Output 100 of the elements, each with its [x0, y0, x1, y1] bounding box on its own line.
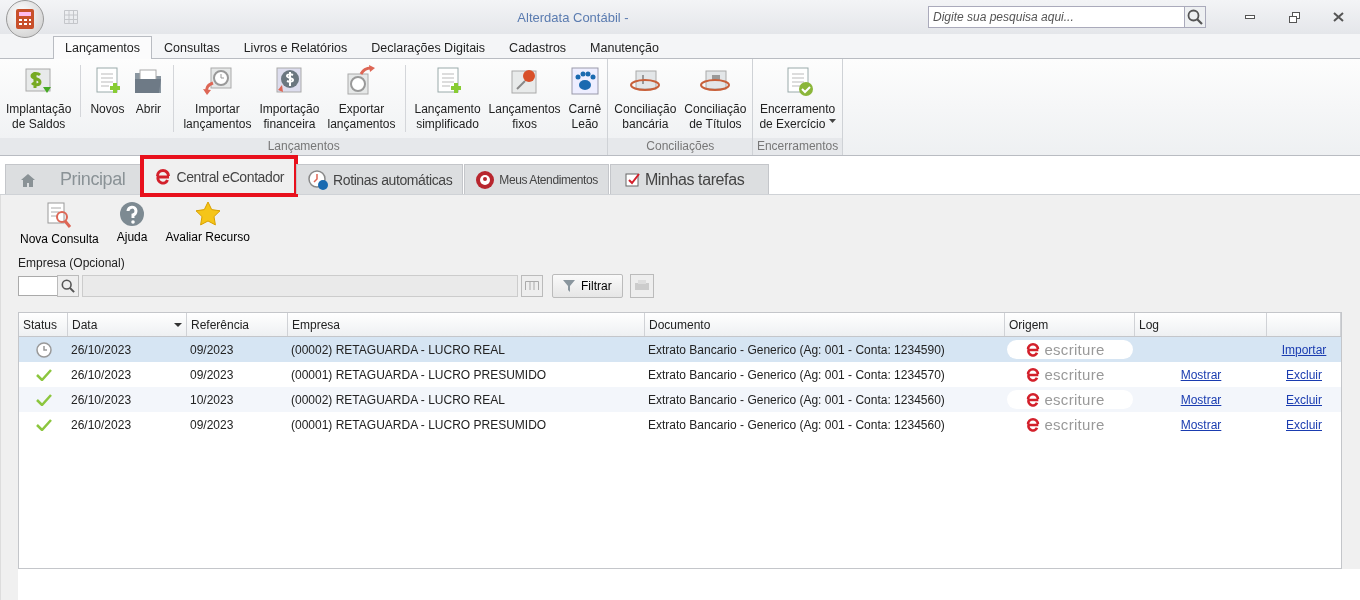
document-tab[interactable]: Minhas tarefas [609, 164, 770, 194]
table-cell-text: 09/2023 [189, 367, 235, 382]
table-cell-text: 26/10/2023 [70, 342, 133, 357]
ribbon-button[interactable]: Importar lançamentos [173, 65, 256, 132]
ribbon-button[interactable]: Conciliação bancária [610, 65, 681, 132]
calculator-icon [15, 8, 35, 30]
minimize-icon [1245, 15, 1255, 19]
table-cell-text: 26/10/2023 [70, 367, 133, 382]
origin-logo: escriture [1007, 340, 1133, 359]
action-link[interactable]: Excluir [1286, 417, 1322, 432]
table-cell-text: 26/10/2023 [70, 392, 133, 407]
toolbar-button[interactable]: Ajuda [114, 201, 150, 246]
ribbon-button[interactable]: Encerramento de Exercício [755, 65, 840, 132]
search-icon [61, 279, 75, 293]
filter-icon [563, 280, 575, 292]
search-icon [1187, 9, 1203, 25]
origin-logo: escriture [1007, 390, 1133, 409]
sort-icon [174, 322, 182, 327]
field-label: Empresa (Opcional) [18, 256, 126, 270]
app-menu-button[interactable] [6, 0, 44, 38]
paw-icon [568, 65, 601, 97]
column-header[interactable]: Referência [187, 313, 288, 336]
check-icon [35, 393, 52, 406]
toolbar-button[interactable]: Avaliar Recurso [163, 201, 252, 246]
ribbon-button[interactable]: Lançamento simplificado [404, 65, 485, 132]
action-link[interactable]: Excluir [1286, 367, 1322, 382]
table-cell-text: Extrato Bancario - Generico (Ag: 001 - Conta: 1234560) [647, 392, 946, 407]
show-log-link[interactable]: Mostrar [1180, 392, 1222, 407]
table-cell-text: (00002) RETAGUARDA - LUCRO REAL [290, 392, 506, 407]
table-row[interactable]: 26/10/2023 10/2023 (00002) RETAGUARDA - LUCRO REAL Extrato Bancario - Generico (Ag: 001 - Conta: 1234560) escriture Mostrar Excluir [19, 387, 1341, 412]
document-tab[interactable]: Meus Atendimentos [464, 164, 609, 194]
document-tab[interactable]: Rotinas automáticas [296, 164, 464, 194]
home-icon [20, 172, 36, 187]
star-icon [194, 201, 221, 227]
e-logo-icon [1025, 341, 1042, 358]
ribbon-button[interactable]: Exportar lançamentos [323, 65, 400, 132]
e-logo-icon [1025, 391, 1042, 408]
ribbon-button[interactable]: Carnê Leão [564, 65, 606, 132]
restore-icon [1288, 11, 1300, 23]
table-cell-text: 09/2023 [189, 342, 235, 357]
help-icon [119, 201, 146, 227]
column-header[interactable]: Empresa [288, 313, 645, 336]
table-row[interactable]: 26/10/2023 09/2023 (00001) RETAGUARDA - LUCRO PRESUMIDO Extrato Bancario - Generico (Ag: 001 - Conta: 1234570) escriture Mostrar Excluir [19, 362, 1341, 387]
close-icon [1332, 12, 1344, 22]
table-cell-text: 10/2023 [189, 392, 235, 407]
clock-import-icon [201, 65, 234, 97]
ribbon-tab[interactable]: Livros e Relatórios [231, 36, 360, 59]
column-header[interactable]: Data [68, 313, 187, 336]
support-icon [475, 169, 496, 190]
group-label: Lançamentos [0, 138, 608, 155]
search-field[interactable]: Digite sua pesquisa aqui... [928, 6, 1184, 28]
ribbon-tab[interactable]: Cadastros [497, 36, 579, 59]
code-field[interactable] [18, 276, 58, 296]
search-button[interactable] [1184, 6, 1206, 28]
search-button[interactable] [57, 275, 79, 297]
document-tab[interactable]: Central eContador [143, 158, 296, 194]
clock-icon [307, 168, 330, 191]
show-log-link[interactable]: Mostrar [1180, 417, 1222, 432]
table-row[interactable]: 26/10/2023 09/2023 (00002) RETAGUARDA - LUCRO REAL Extrato Bancario - Generico (Ag: 001 - Conta: 1234590) escriture Importar [19, 337, 1341, 362]
column-header[interactable]: Log [1135, 313, 1267, 336]
window-title: Alterdata Contábil - [516, 9, 630, 25]
document-search-icon [45, 201, 74, 229]
printer-icon [633, 279, 650, 293]
ribbon-button[interactable]: Implantação de Saldos [2, 65, 76, 132]
action-link[interactable]: Importar [1281, 342, 1327, 357]
ribbon-button[interactable]: Conciliação de Títulos [680, 65, 751, 132]
ribbon-button[interactable]: Importação financeira [255, 65, 324, 132]
group-label: Conciliações [608, 138, 753, 155]
ribbon-tab[interactable]: Declarações Digitais [359, 36, 498, 59]
ribbon-button[interactable]: Abrir [128, 65, 169, 117]
clock-icon [35, 341, 52, 358]
ribbon-button[interactable]: Novos [80, 65, 129, 117]
show-log-link[interactable]: Mostrar [1180, 367, 1222, 382]
columns-icon [525, 281, 539, 291]
check-icon [35, 368, 52, 381]
table-cell-text: 26/10/2023 [70, 417, 133, 432]
checkbox-icon [624, 171, 641, 188]
table-cell-text: 09/2023 [189, 417, 235, 432]
ribbon-tab[interactable]: Manutenção [578, 36, 671, 59]
ribbon-button[interactable]: Lançamentos fixos [484, 65, 565, 132]
group-label: Encerramentos [753, 138, 842, 155]
column-header[interactable]: Origem [1005, 313, 1135, 336]
filter-button[interactable]: Filtrar [552, 274, 623, 298]
table-cell-text: Extrato Bancario - Generico (Ag: 001 - Conta: 1234560) [647, 417, 946, 432]
toolbar-button[interactable]: Nova Consulta [18, 201, 101, 246]
table-cell-text: Extrato Bancario - Generico (Ag: 001 - Conta: 1234590) [647, 342, 946, 357]
table-cell-text: Extrato Bancario - Generico (Ag: 001 - Conta: 1234570) [647, 367, 946, 382]
caret-icon [828, 119, 836, 123]
table-cell-text: (00002) RETAGUARDA - LUCRO REAL [290, 342, 506, 357]
e-logo-icon [1025, 366, 1042, 383]
table-row[interactable]: 26/10/2023 09/2023 (00001) RETAGUARDA - LUCRO PRESUMIDO Extrato Bancario - Generico (Ag: 001 - Conta: 1234560) escriture Mostrar Excluir [19, 412, 1341, 437]
ribbon-tab[interactable]: Consultas [152, 36, 232, 59]
table-cell-text: (00001) RETAGUARDA - LUCRO PRESUMIDO [290, 367, 548, 382]
e-logo-icon [1025, 416, 1042, 433]
ribbon-tab[interactable]: Lançamentos [53, 36, 153, 59]
column-header[interactable]: Documento [645, 313, 1005, 336]
e-logo-icon [154, 167, 173, 186]
check-icon [35, 418, 52, 431]
action-link[interactable]: Excluir [1286, 392, 1322, 407]
column-header[interactable]: Status [19, 313, 68, 336]
